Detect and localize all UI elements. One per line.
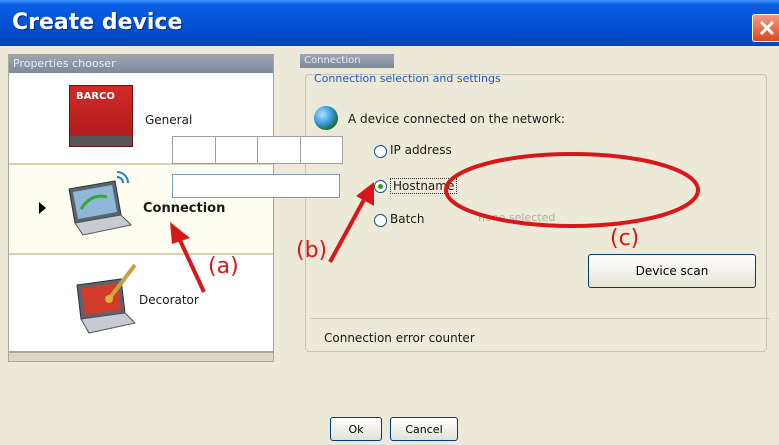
annotation-arrow-a (176, 235, 206, 293)
annotation-ellipse-c (444, 152, 700, 228)
annotation-label-c: (c) (610, 226, 640, 251)
annotation-label-b: (b) (296, 238, 328, 263)
annotation-arrow-b (328, 195, 368, 263)
annotation-arrowhead-a (170, 222, 190, 244)
annotation-arrowhead-b (356, 182, 374, 206)
annotation-label-a: (a) (208, 254, 239, 279)
annotation-overlay (170, 152, 700, 293)
